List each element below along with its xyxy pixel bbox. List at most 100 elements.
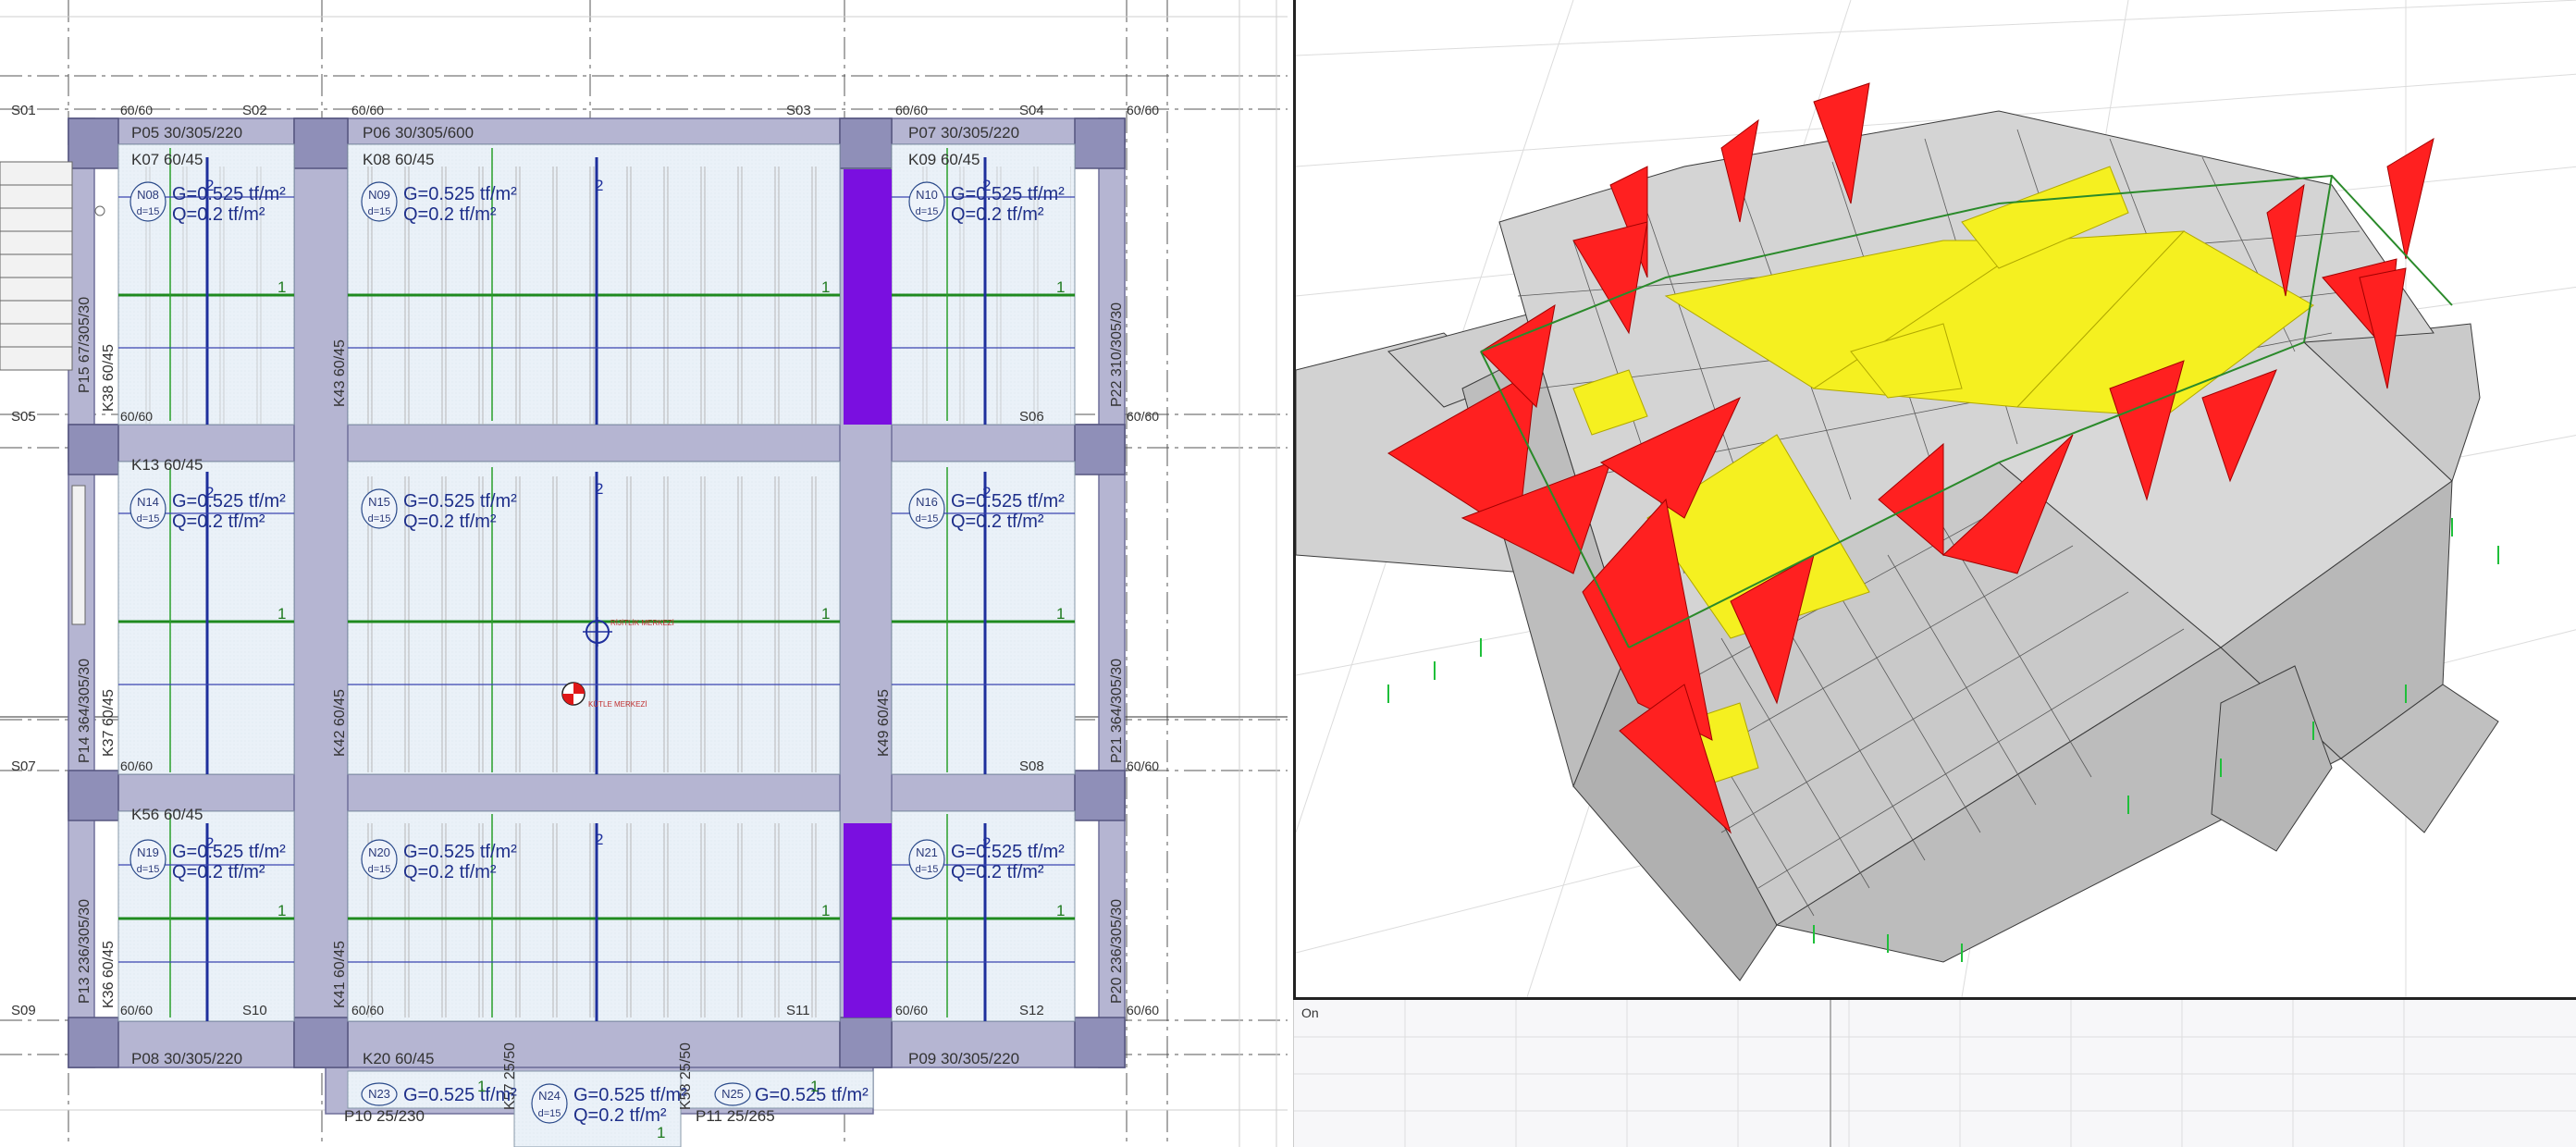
slab-id: N20 [368,845,390,859]
live-load-label: Q=0.2 tf/m² [403,204,497,225]
beam-label-k07: K07 60/45 [131,151,203,168]
column-size-label: 60/60 [120,1003,153,1018]
beam-label-p21: P21 364/305/30 [1109,659,1125,763]
axis-label-s04: S04 [1019,103,1044,118]
slab-id: N10 [916,188,938,202]
live-load-label: Q=0.2 tf/m² [951,862,1044,882]
slab-id: N25 [721,1087,744,1101]
live-load-label: Q=0.2 tf/m² [172,512,265,532]
secondary-view-pane[interactable]: On [1293,1000,2576,1147]
slab-id: N19 [137,845,159,859]
live-load-label: Q=0.2 tf/m² [573,1105,667,1126]
moment-marker-1: 1 [821,902,830,919]
moment-marker-1: 1 [477,1078,486,1095]
column-size-label: 60/60 [1127,1003,1159,1018]
axis-label-s07: S07 [11,758,36,774]
column-size-label: 60/60 [1127,409,1159,424]
beam-label-p13: P13 236/305/30 [77,899,92,1004]
column-size-label: 60/60 [351,103,384,117]
beam-label-k41: K41 60/45 [332,941,348,1008]
beam-label-k43: K43 60/45 [332,339,348,407]
moment-marker-1: 1 [821,278,830,296]
span-marker-2: 2 [982,177,991,194]
column-size-label: 60/60 [351,1003,384,1018]
moment-marker-1: 1 [277,278,286,296]
slab-thickness: d=15 [368,864,391,875]
span-marker-2: 2 [595,831,603,848]
3d-model-view[interactable] [1293,0,2576,1000]
moment-marker-1: 1 [1056,278,1065,296]
beam-label-k20: K20 60/45 [363,1050,435,1067]
axis-label-s05: S05 [11,409,36,425]
moment-marker-1: 1 [1056,605,1065,623]
dead-load-label: G=0.525 tf/m² [172,842,286,862]
column-size-label: 60/60 [120,103,153,117]
dead-load-label: G=0.525 tf/m² [403,184,517,204]
floor-plan-view[interactable]: S01 S02 S03 S04 S05 S06 S07 S08 S09 S10 … [0,0,1288,1147]
beam-label-k13: K13 60/45 [131,456,203,474]
beam-label-p20: P20 236/305/30 [1109,899,1125,1004]
beam-label-p11: P11 25/265 [696,1107,775,1125]
span-marker-2: 2 [205,834,214,852]
span-marker-2: 2 [205,484,214,501]
live-load-label: Q=0.2 tf/m² [403,512,497,532]
moment-marker-1: 1 [277,605,286,623]
beam-label-k09: K09 60/45 [908,151,980,168]
beam-label-k36: K36 60/45 [101,941,117,1008]
axis-label-s10: S10 [242,1003,267,1018]
moment-marker-1: 1 [657,1124,665,1141]
span-marker-2: 2 [595,177,603,194]
live-load-label: Q=0.2 tf/m² [172,204,265,225]
column-size-label: 60/60 [1127,758,1159,773]
slab-thickness: d=15 [137,206,160,217]
span-marker-2: 2 [205,177,214,194]
beam-label-p10: P10 25/230 [344,1107,425,1125]
slab-thickness: d=15 [916,513,939,524]
rigidity-center-label: RİJİTLİK MERKEZİ [610,619,674,627]
building-mesh [1296,110,2499,981]
beam-label-p08: P08 30/305/220 [131,1050,242,1067]
live-load-label: Q=0.2 tf/m² [403,862,497,882]
slab-id: N14 [137,495,159,509]
slab-id: N16 [916,495,938,509]
span-marker-2: 2 [982,834,991,852]
beam-label-k37: K37 60/45 [101,689,117,757]
live-load-label: Q=0.2 tf/m² [951,512,1044,532]
beam-label-k38: K38 60/45 [101,344,117,412]
slab-id: N23 [368,1087,390,1101]
beam-label-p15: P15 67/305/30 [77,297,92,393]
span-marker-2: 2 [595,480,603,498]
dead-load-label: G=0.525 tf/m² [951,842,1065,862]
column-size-label: 60/60 [120,409,153,424]
live-load-label: Q=0.2 tf/m² [951,204,1044,225]
bottom-grid [1294,1000,2576,1147]
dead-load-label: G=0.525 tf/m² [172,184,286,204]
floor-plan-canvas[interactable]: S01 S02 S03 S04 S05 S06 S07 S08 S09 S10 … [0,0,1288,1147]
beam-label-p06: P06 30/305/600 [363,124,474,142]
3d-canvas[interactable] [1296,0,2576,997]
beam-label-k42: K42 60/45 [332,689,348,757]
beam-label-p09: P09 30/305/220 [908,1050,1019,1067]
beam-label-k49: K49 60/45 [876,689,892,757]
moment-marker-1: 1 [1056,902,1065,919]
column-size-label: 60/60 [895,103,928,117]
beam-label-p07: P07 30/305/220 [908,124,1019,142]
dead-load-label: G=0.525 tf/m² [951,184,1065,204]
axis-label-s06: S06 [1019,409,1044,425]
slab-thickness: d=15 [538,1108,561,1119]
dead-load-label: G=0.525 tf/m² [403,1085,517,1105]
support-wall-top [844,169,892,425]
mass-center-icon [561,682,585,706]
span-marker-2: 2 [982,484,991,501]
axis-label-s12: S12 [1019,1003,1044,1018]
column-size-label: 60/60 [895,1003,928,1018]
dead-load-label: G=0.525 tf/m² [573,1085,687,1105]
column-size-label: 60/60 [120,758,153,773]
column-size-label: 60/60 [1127,103,1159,117]
support-wall-bottom [844,823,892,1018]
live-load-label: Q=0.2 tf/m² [172,862,265,882]
axis-label-s03: S03 [786,103,811,118]
dead-load-label: G=0.525 tf/m² [403,491,517,512]
axis-label-s11: S11 [786,1003,810,1018]
slab-id: N15 [368,495,390,509]
